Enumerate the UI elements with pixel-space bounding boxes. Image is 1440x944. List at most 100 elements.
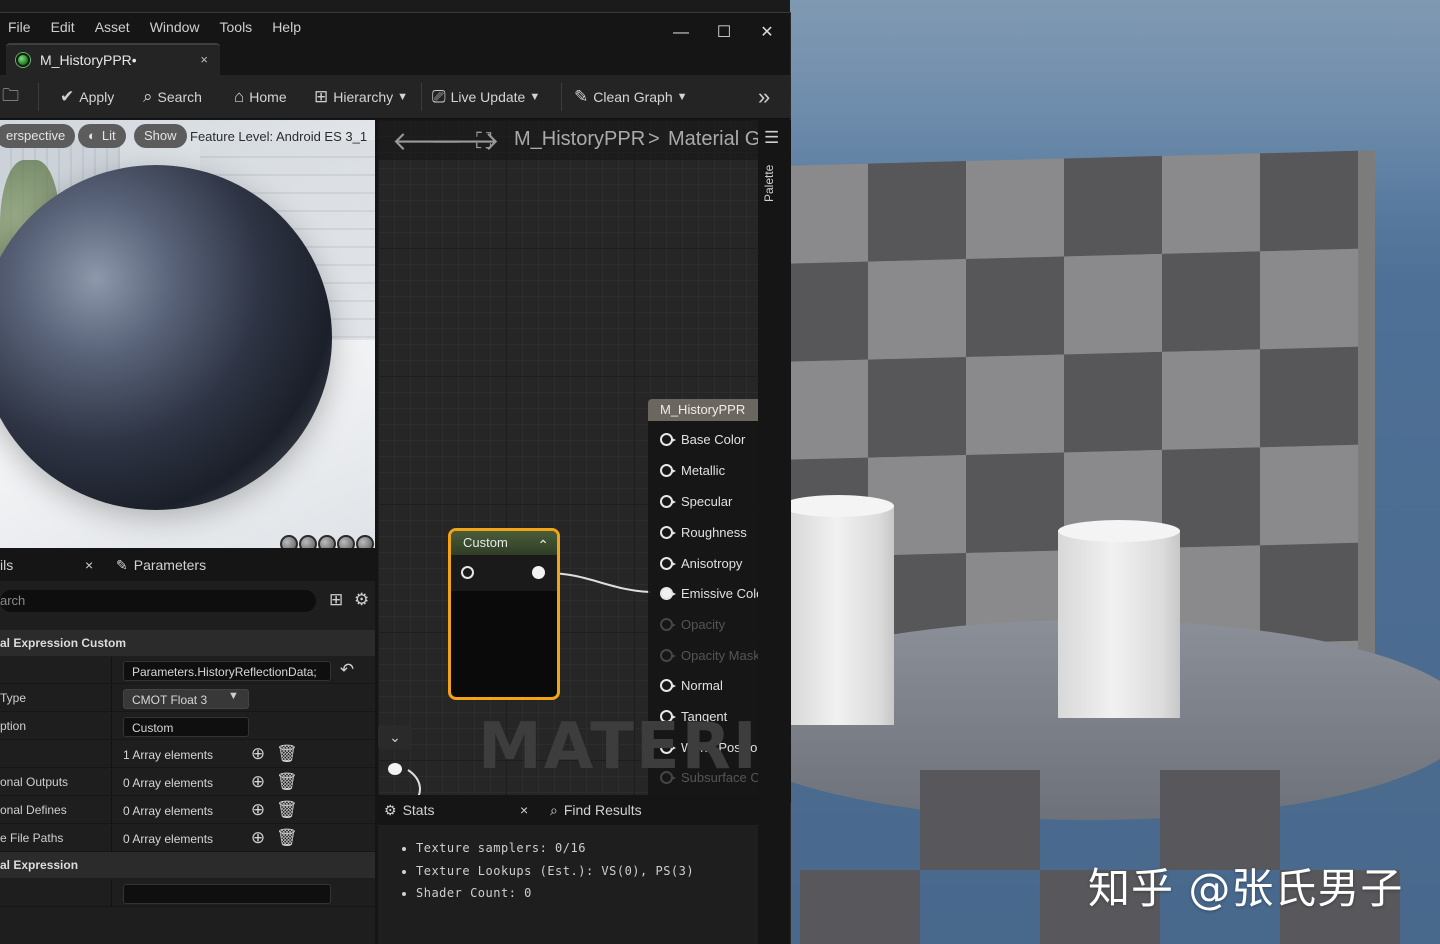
pin-roughness[interactable]: Roughness [660, 522, 747, 542]
pin-metallic[interactable]: Metallic [660, 460, 725, 480]
property-row-inputs: 1 Array elements ⊕ 🗑 [0, 741, 375, 768]
sphere-shape-icon[interactable] [299, 535, 317, 548]
cylinder-right [1058, 530, 1180, 718]
reroute-node-icon[interactable] [388, 763, 402, 775]
checker-tile [868, 161, 966, 262]
tab-parameters-label: Parameters [133, 557, 207, 573]
pin-base-color[interactable]: Base Color [660, 429, 745, 449]
menu-file[interactable]: File [0, 13, 43, 41]
toolbar-overflow-button[interactable]: » [758, 75, 775, 119]
tab-close-icon[interactable]: × [520, 795, 528, 825]
expression-desc-field[interactable] [123, 884, 331, 904]
toolbar: 🗀 ✔ Apply ⌕ Search ⌂ Home ⊞ Hierarchy ▼ ⎚ Live… [0, 75, 790, 119]
browse-button[interactable]: 🗀 [2, 75, 24, 119]
apply-button[interactable]: ✔ Apply [60, 75, 114, 119]
lit-button[interactable]: ◐ Lit [78, 124, 126, 148]
material-preview-viewport[interactable]: erspective ◐ Lit Show Feature Level: Andr… [0, 120, 375, 548]
array-count: 0 Array elements [123, 776, 214, 790]
chevron-down-icon: ▼ [529, 91, 541, 103]
trash-icon[interactable]: 🗑 [276, 801, 298, 819]
mesh-shape-icon[interactable] [356, 535, 374, 548]
section-header-expression[interactable]: al Expression [0, 852, 375, 878]
pin-opacity: Opacity [660, 614, 725, 634]
property-label: ption [0, 719, 27, 733]
show-button[interactable]: Show [134, 124, 187, 148]
custom-expression-node[interactable]: Custom ⌃ [448, 528, 560, 700]
pin-circle-icon [660, 432, 676, 446]
plane-shape-icon[interactable] [318, 535, 336, 548]
menu-asset[interactable]: Asset [87, 13, 142, 41]
checker-tile [966, 158, 1064, 260]
trash-icon[interactable]: 🗑 [276, 745, 298, 763]
tab-find-label: Find Results [563, 802, 642, 818]
menu-window[interactable]: Window [142, 13, 212, 41]
property-label: Type [0, 691, 27, 705]
pin-emissive-color[interactable]: Emissive Color [660, 583, 758, 603]
chevron-up-icon[interactable]: ⌃ [537, 533, 549, 557]
column-divider [111, 769, 112, 796]
section-header-custom[interactable]: al Expression Custom [0, 630, 375, 656]
hierarchy-dropdown[interactable]: ⊞ Hierarchy ▼ [314, 75, 408, 119]
add-element-icon[interactable]: ⊕ [249, 745, 267, 763]
toolbar-divider [421, 83, 422, 111]
reset-arrow-icon[interactable]: ↶ [338, 661, 356, 679]
level-viewport[interactable]: 知乎 @张氏男子 [790, 0, 1440, 944]
tab-parameters[interactable]: ✎ Parameters [116, 549, 206, 581]
material-graph[interactable]: 🡐 🡒 ⛶ M_HistoryPPR > Material Gr M_Histo… [378, 120, 758, 803]
toolbar-divider [561, 83, 562, 111]
chevron-down-icon: ▼ [676, 91, 688, 103]
checker-tile [868, 357, 966, 458]
cylinder-shape-icon[interactable] [280, 535, 298, 548]
list-icon[interactable]: ☰ [764, 128, 779, 148]
menu-help[interactable]: Help [264, 13, 313, 41]
trash-icon[interactable]: 🗑 [276, 829, 298, 847]
perspective-button[interactable]: erspective [0, 124, 76, 148]
collapse-node-button[interactable]: ⌄ [378, 725, 412, 749]
output-pin-icon[interactable] [532, 566, 545, 579]
add-element-icon[interactable]: ⊕ [249, 801, 267, 819]
toolbar-divider [38, 83, 39, 111]
clean-graph-dropdown[interactable]: ✎ Clean Graph ▼ [574, 75, 688, 119]
checker-tile [1162, 349, 1260, 450]
add-element-icon[interactable]: ⊕ [249, 773, 267, 791]
column-divider [111, 713, 112, 740]
settings-gear-icon[interactable]: ⚙ [354, 590, 369, 610]
cube-shape-icon[interactable] [337, 535, 355, 548]
palette-tab[interactable]: Palette [762, 165, 776, 202]
menu-tools[interactable]: Tools [212, 13, 265, 41]
tab-find-results[interactable]: ⌕ Find Results [550, 795, 642, 825]
tab-stats[interactable]: ⚙ Stats [384, 795, 434, 825]
home-button[interactable]: ⌂ Home [234, 75, 287, 119]
tab-details[interactable]: ils [0, 549, 13, 581]
tab-m-historyppr[interactable]: M_HistoryPPR• × [6, 43, 220, 75]
pin-normal[interactable]: Normal [660, 675, 723, 695]
live-update-dropdown[interactable]: ⎚ Live Update ▼ [432, 75, 540, 119]
custom-node-pins [451, 555, 557, 591]
column-divider [111, 825, 112, 852]
code-field[interactable]: Parameters.HistoryReflectionData; [123, 661, 331, 681]
array-count: 0 Array elements [123, 832, 214, 846]
details-search-input[interactable]: arch [0, 590, 316, 612]
pencil-icon: ✎ [116, 557, 128, 573]
preview-sphere [0, 165, 332, 510]
tab-close-icon[interactable]: × [85, 549, 93, 581]
tab-close-icon[interactable]: × [200, 52, 208, 67]
search-icon: ⌕ [143, 87, 153, 106]
description-field[interactable]: Custom [123, 717, 249, 737]
checker-tile [868, 259, 966, 360]
document-tab-row: M_HistoryPPR• × [0, 43, 790, 75]
pin-anisotropy[interactable]: Anisotropy [660, 553, 742, 573]
trash-icon[interactable]: 🗑 [276, 773, 298, 791]
floor-tile [800, 870, 920, 944]
preview-shape-selector [280, 535, 375, 548]
material-node-title: M_HistoryPPR [648, 399, 758, 421]
menu-edit[interactable]: Edit [43, 13, 87, 41]
input-pin-icon[interactable] [461, 566, 474, 579]
add-element-icon[interactable]: ⊕ [249, 829, 267, 847]
search-button[interactable]: ⌕ Search [143, 75, 202, 119]
column-divider [111, 797, 112, 824]
folder-search-icon: 🗀 [2, 85, 19, 105]
pin-specular[interactable]: Specular [660, 491, 732, 511]
column-divider [111, 657, 112, 684]
table-view-icon[interactable]: ⊞ [329, 590, 343, 610]
